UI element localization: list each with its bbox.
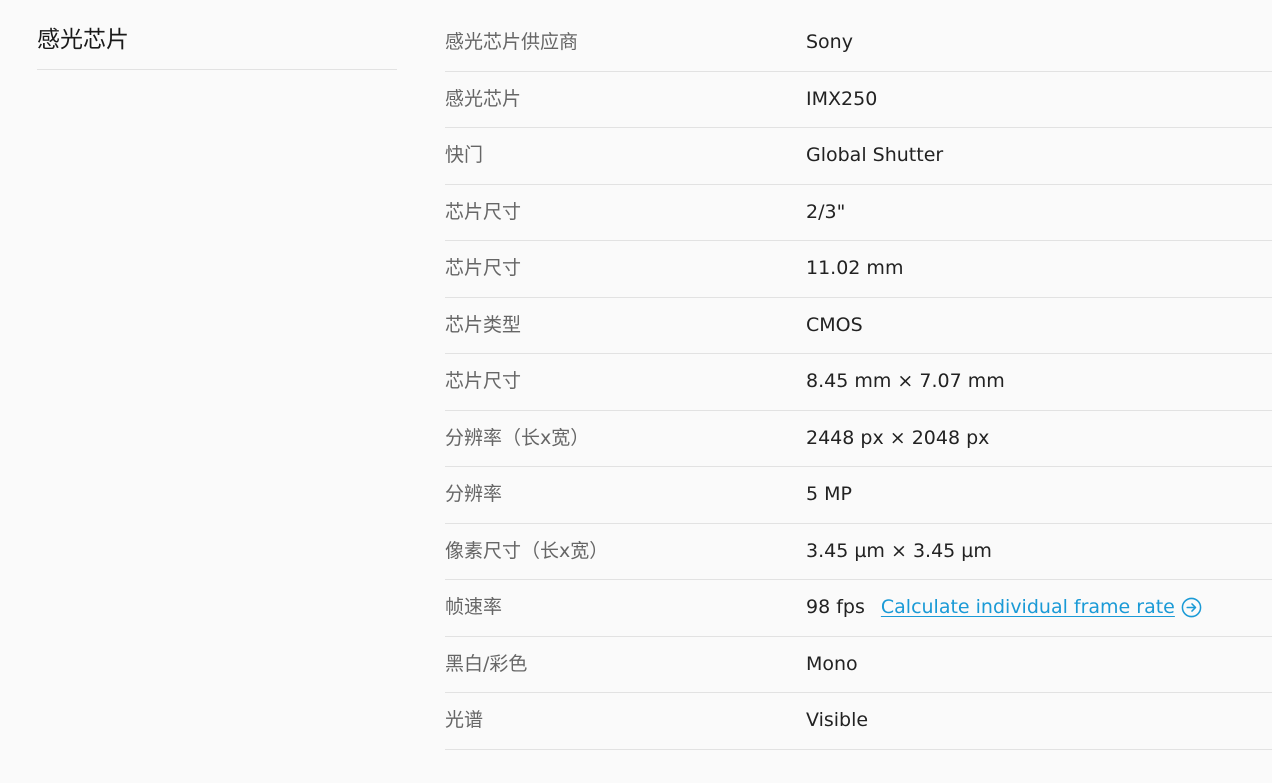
- spec-value: 11.02 mm: [806, 257, 904, 279]
- spec-label: 像素尺寸（长x宽）: [445, 539, 609, 562]
- spec-value: 2448 px × 2048 px: [806, 426, 990, 449]
- spec-label: 芯片尺寸: [445, 200, 522, 223]
- calculate-frame-rate-link-label: Calculate individual frame rate: [880, 596, 1175, 618]
- spec-row-sensor-size: 芯片尺寸 8.45 mm × 7.07 mm: [445, 354, 1272, 411]
- spec-label: 帧速率: [445, 596, 503, 618]
- spec-label: 快门: [445, 144, 484, 166]
- spec-row-megapixels: 分辨率 5 MP: [445, 467, 1272, 524]
- spec-value: Mono: [806, 652, 858, 675]
- spec-value: Visible: [806, 709, 869, 731]
- spec-row-sensor: 感光芯片 IMX250: [445, 72, 1272, 128]
- spec-row-shutter: 快门 Global Shutter: [445, 128, 1272, 185]
- spec-label: 芯片尺寸: [445, 370, 522, 392]
- spec-row-frame-rate: 帧速率 98 fps Calculate individual frame ra…: [445, 580, 1272, 637]
- section-title: 感光芯片: [37, 27, 129, 53]
- spec-value: 8.45 mm × 7.07 mm: [806, 370, 1005, 392]
- spec-label: 感光芯片: [445, 87, 522, 110]
- spec-row-sensor-diagonal: 芯片尺寸 11.02 mm: [445, 241, 1272, 298]
- spec-label: 分辨率（长x宽）: [445, 426, 590, 449]
- spec-label: 分辨率: [445, 483, 503, 505]
- spec-row-sensor-type: 芯片类型 CMOS: [445, 298, 1272, 354]
- spec-label: 芯片类型: [445, 313, 522, 336]
- spec-label: 黑白/彩色: [445, 652, 528, 675]
- section-header: 感光芯片: [37, 0, 397, 70]
- spec-value: 2/3": [806, 200, 846, 223]
- spec-table: 感光芯片供应商 Sony 感光芯片 IMX250 快门 Global Shutt…: [445, 15, 1272, 750]
- spec-value: Sony: [806, 31, 853, 53]
- spec-label: 光谱: [445, 709, 484, 731]
- spec-row-sensor-vendor: 感光芯片供应商 Sony: [445, 15, 1272, 72]
- spec-value: IMX250: [806, 87, 878, 110]
- spec-row-sensor-format: 芯片尺寸 2/3": [445, 185, 1272, 241]
- spec-value: 3.45 µm × 3.45 µm: [806, 539, 992, 562]
- spec-value: Global Shutter: [806, 144, 944, 166]
- spec-label: 芯片尺寸: [445, 257, 522, 279]
- spec-row-spectrum: 光谱 Visible: [445, 693, 1272, 750]
- spec-value: 98 fps: [806, 596, 865, 618]
- spec-value: 5 MP: [806, 483, 852, 505]
- spec-value: CMOS: [806, 313, 863, 336]
- spec-value-container: 98 fps Calculate individual frame rate: [806, 592, 1202, 622]
- arrow-circle-right-icon: [1181, 597, 1202, 617]
- calculate-frame-rate-link[interactable]: Calculate individual frame rate: [881, 592, 1202, 622]
- spec-row-pixel-size: 像素尺寸（长x宽） 3.45 µm × 3.45 µm: [445, 524, 1272, 580]
- spec-label: 感光芯片供应商: [445, 31, 579, 53]
- spec-row-color: 黑白/彩色 Mono: [445, 637, 1272, 693]
- spec-row-resolution: 分辨率（长x宽） 2448 px × 2048 px: [445, 411, 1272, 467]
